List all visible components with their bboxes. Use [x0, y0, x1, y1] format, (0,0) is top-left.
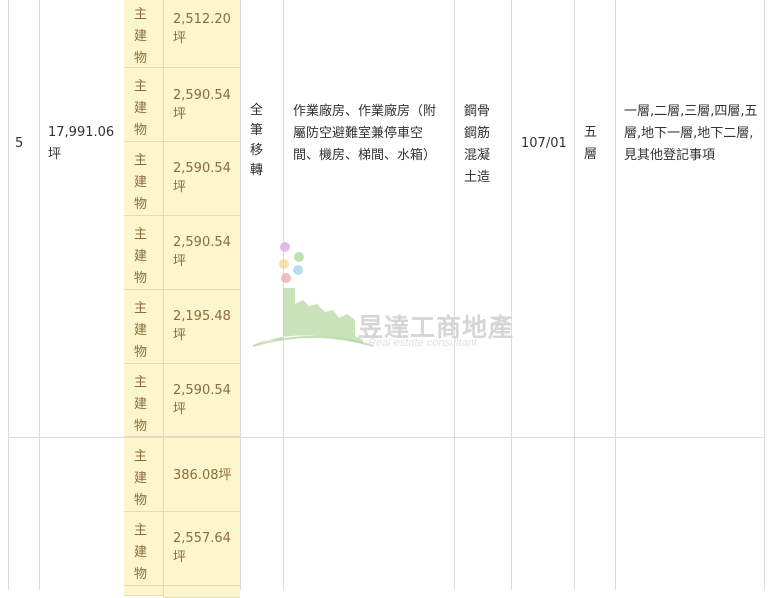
building-usage: 作業廠房、作業廠房（附屬防空避難室兼停車空間、機房、梯間、水箱）: [293, 104, 437, 163]
sub-item-type: 主建物: [124, 0, 163, 68]
grid-line: [8, 0, 9, 590]
sub-item-type: 主建物: [124, 364, 163, 437]
total-area: 17,991.06坪: [48, 125, 115, 162]
sub-item-area: 2,590.54坪: [163, 364, 240, 437]
transfer-status: 全筆移轉: [250, 103, 264, 178]
floor-description: 一層,二層,三層,四層,五層,地下一層,地下二層,見其他登記事項: [624, 104, 758, 163]
sub-item-type: 主建物: [124, 68, 163, 142]
completion-date: 107/01: [521, 136, 567, 151]
sub-item-type: 主建物: [124, 216, 163, 290]
sub-item-type: 主建物: [124, 290, 163, 364]
grid-line: [764, 0, 765, 590]
sub-item-type: [124, 586, 163, 596]
sub-item-area: 2,590.54坪: [163, 216, 240, 290]
grid-line: [615, 0, 616, 590]
sub-item-type: 主建物: [124, 142, 163, 216]
row-index: 5: [15, 136, 24, 151]
sub-item-area: [163, 586, 240, 598]
grid-line: [240, 0, 241, 590]
sub-item-area: 2,590.54坪: [163, 142, 240, 216]
grid-line: [39, 0, 40, 590]
property-table: 5 17,991.06坪 全筆移轉 作業廠房、作業廠房（附屬防空避難室兼停車空間…: [0, 0, 772, 598]
grid-line: [574, 0, 575, 590]
sub-item-type: 主建物: [124, 438, 163, 512]
sub-item-area: 2,590.54坪: [163, 68, 240, 142]
sub-item-type: 主建物: [124, 512, 163, 586]
sub-item-area: 2,557.64坪: [163, 512, 240, 586]
total-floors: 五層: [584, 125, 598, 162]
sub-item-area: 2,512.20坪: [163, 0, 240, 68]
building-structure: 鋼骨鋼筋混凝土造: [464, 104, 491, 185]
sub-item-area: 2,195.48坪: [163, 290, 240, 364]
sub-item-area: 386.08坪: [163, 438, 240, 512]
watermark-subtitle: Real estate consultant: [368, 337, 477, 349]
row-separator: [8, 437, 765, 438]
